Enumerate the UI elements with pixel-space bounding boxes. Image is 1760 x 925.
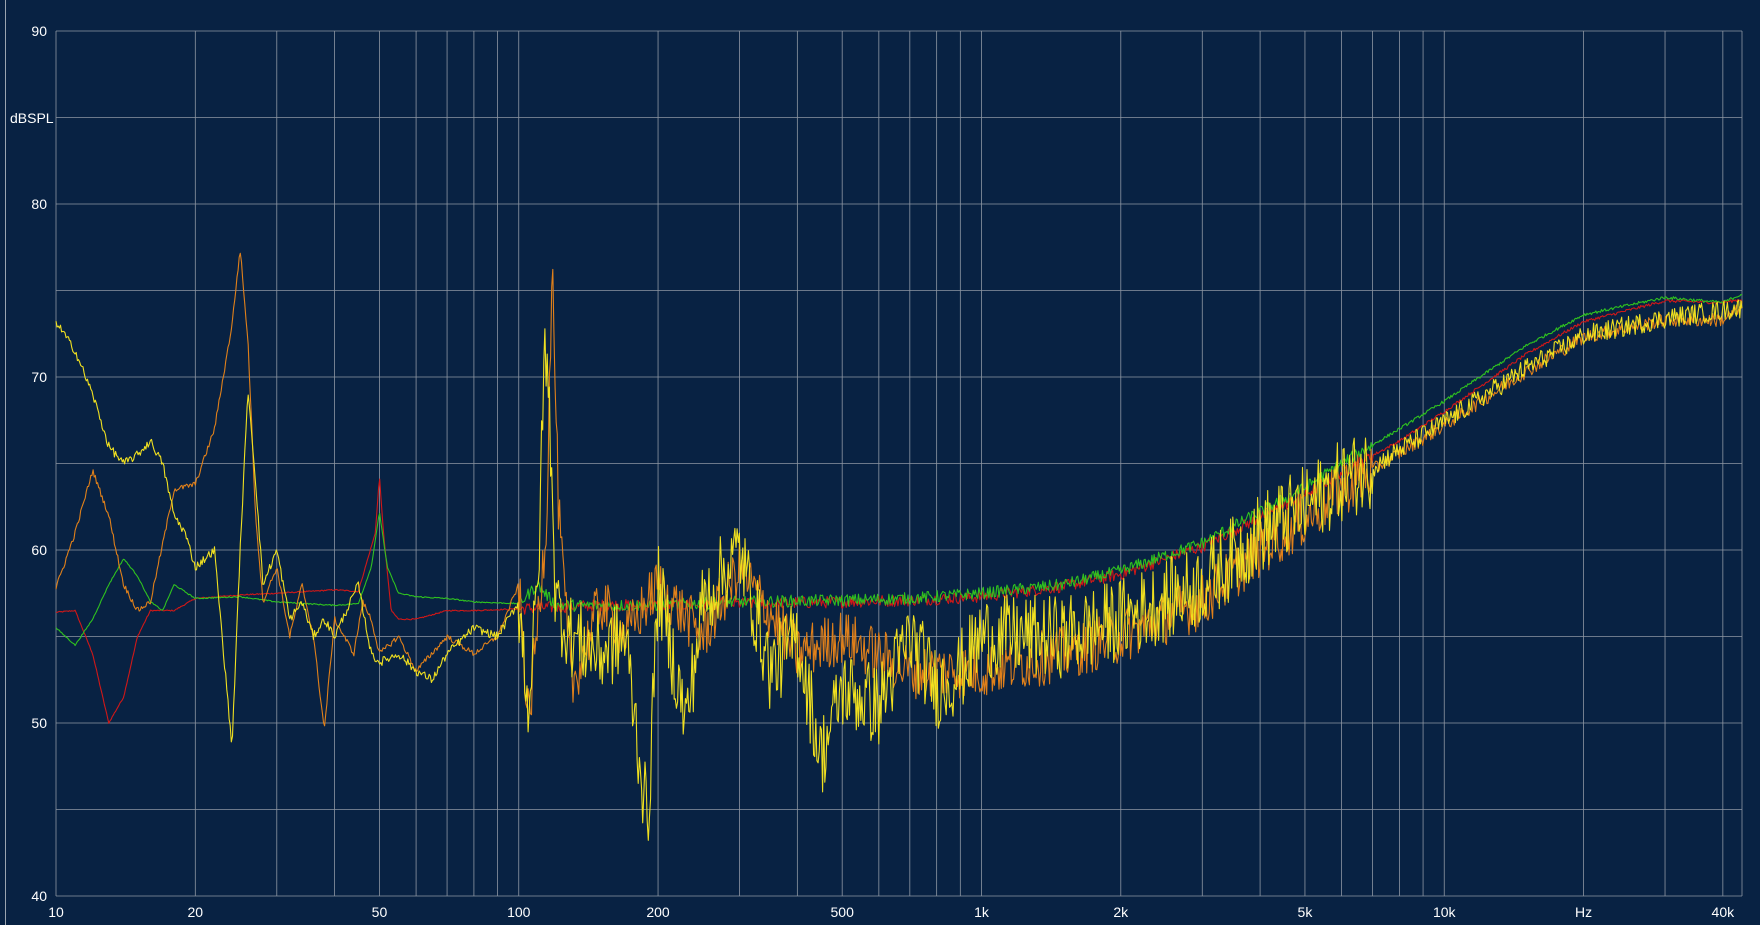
y-tick-label-90: 90 [31,23,47,39]
x-tick-label-500: 500 [831,904,855,920]
x-tick-label-2k: 2k [1113,904,1129,920]
y-tick-label-80: 80 [31,196,47,212]
x-tick-label-Hz: Hz [1575,904,1592,920]
x-tick-label-5k: 5k [1298,904,1314,920]
plot-background [0,0,1760,925]
y-tick-label-50: 50 [31,715,47,731]
y-tick-label-60: 60 [31,542,47,558]
x-tick-label-10: 10 [48,904,64,920]
x-tick-label-50: 50 [372,904,388,920]
y-axis-label: dBSPL [10,110,54,126]
frequency-response-chart: 40 50 60 70 80 90 10 20 50 100 200 500 1k 2k 5k 10k Hz 4… [0,0,1760,925]
x-tick-label-200: 200 [646,904,670,920]
x-tick-label-40k: 40k [1712,904,1736,920]
x-tick-label-1k: 1k [974,904,990,920]
x-tick-label-20: 20 [188,904,204,920]
x-tick-label-100: 100 [507,904,531,920]
x-tick-label-10k: 10k [1433,904,1457,920]
y-tick-label-70: 70 [31,369,47,385]
y-tick-label-40: 40 [31,888,47,904]
